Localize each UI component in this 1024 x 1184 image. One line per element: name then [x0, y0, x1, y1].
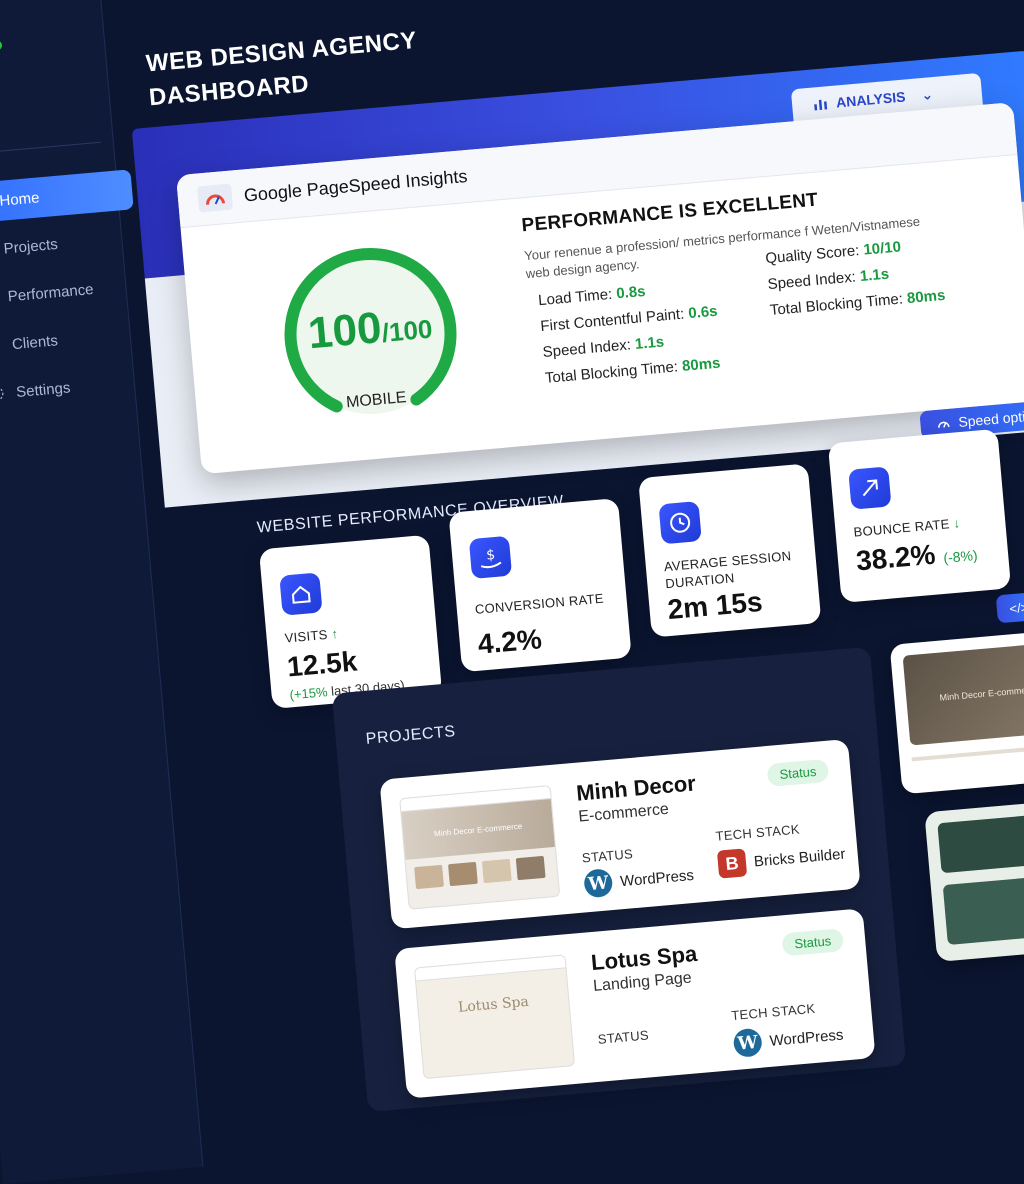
metric-tbt-2: Total Blocking Time: 80ms	[769, 287, 946, 319]
metric-value: 1.1s	[859, 265, 890, 286]
analysis-label: ANALYSIS	[835, 88, 907, 111]
status-label: STATUS	[597, 1027, 650, 1047]
metric-fcp: First Contentful Paint: 0.6s	[540, 303, 718, 335]
score-number: 100	[306, 303, 384, 359]
score-gauge: 100/100 MOBILE	[262, 226, 479, 443]
sidebar-divider	[0, 141, 101, 155]
metric-tbt: Total Blocking Time: 80ms	[544, 355, 721, 387]
project-thumbnail: Minh Decor E-commerce	[399, 785, 561, 910]
trend-up-icon: ↑	[330, 625, 339, 642]
stat-value: 38.2% (-8%)	[855, 535, 979, 577]
pagespeed-logo-icon	[197, 183, 234, 213]
main-content: WEB DESIGN AGENCY DASHBOARD VN ANALYSIS …	[121, 0, 1024, 1113]
stat-session-duration: AVERAGE SESSION DURATION 2m 15s	[638, 463, 822, 638]
stat-label: AVERAGE SESSION DURATION	[663, 548, 792, 592]
svg-text:$: $	[486, 547, 496, 564]
metric-label: Load Time:	[537, 285, 613, 310]
stat-label-text: VISITS	[284, 626, 329, 646]
metric-label: Total Blocking Time:	[769, 290, 904, 320]
speed-chip-label: Speed optimizati	[957, 405, 1024, 431]
project-thumbnail: Lotus Spa	[413, 954, 576, 1080]
stat-bounce-rate: BOUNCE RATE ↓ 38.2% (-8%)	[827, 428, 1012, 603]
metric-value: 0.8s	[615, 282, 647, 303]
metric-value: 1.1s	[634, 333, 665, 353]
stat-label: BOUNCE RATE ↓	[853, 511, 999, 541]
status-badge: Status	[766, 758, 830, 788]
users-icon	[0, 337, 1, 354]
metric-label: Speed Index:	[766, 268, 857, 294]
platform-name: WordPress	[619, 866, 695, 890]
project-name: Minh Decor	[575, 770, 697, 806]
stat-delta: (-8%)	[942, 546, 979, 566]
sidebar-item-settings[interactable]: Settings	[0, 361, 150, 416]
pagespeed-title: Google PageSpeed Insights	[243, 165, 469, 205]
sidebar-item-label: Settings	[15, 378, 71, 401]
clock-icon	[658, 501, 702, 545]
metric-value: 10/10	[862, 238, 902, 259]
tech-name: Bricks Builder	[753, 845, 847, 871]
projects-panel: PROJECTS Minh Decor E-commerce Minh Deco…	[331, 646, 907, 1113]
tech-stack-value: W WordPress	[732, 1020, 845, 1058]
window-controls	[0, 40, 3, 54]
wordpress-icon: W	[732, 1027, 763, 1058]
tech-stack-value: B Bricks Builder	[716, 840, 847, 879]
stat-conversion-rate: $ CONVERSION RATE 4.2%	[448, 498, 632, 673]
speedometer-icon	[938, 421, 950, 428]
score-max: /100	[380, 313, 434, 348]
bar-chart-icon	[814, 99, 828, 111]
status-badge: Status	[781, 928, 845, 957]
sidebar-item-home[interactable]: Home	[0, 169, 134, 225]
project-preview-card[interactable]: Minh Decor E-commerce	[889, 628, 1024, 795]
metric-value: 0.6s	[687, 302, 719, 323]
projects-title: PROJECTS	[365, 723, 457, 748]
project-card-minh-decor[interactable]: Minh Decor E-commerce Minh Decor E-comme…	[379, 738, 861, 930]
status-label: STATUS	[581, 846, 634, 866]
thumb-title: Lotus Spa	[457, 993, 530, 1016]
stat-value: 4.2%	[476, 623, 543, 660]
wordpress-icon: W	[583, 868, 614, 899]
sidebar-item-clients[interactable]: Clients	[0, 313, 146, 368]
project-preview-card-2[interactable]	[924, 795, 1024, 962]
sidebar-item-label: Clients	[11, 331, 59, 353]
metric-label: Speed Index:	[542, 336, 632, 362]
trend-down-icon: ↓	[952, 515, 961, 531]
preview-thumb-title: Minh Decor E-commerce	[902, 641, 1024, 746]
metric-value: 80ms	[906, 286, 947, 308]
tech-name: WordPress	[768, 1025, 845, 1050]
sidebar-item-projects[interactable]: Projects	[0, 217, 138, 272]
metric-value: 80ms	[681, 354, 722, 375]
metric-label: Total Blocking Time:	[544, 358, 679, 387]
bricks-builder-icon: B	[716, 848, 748, 879]
code-toggle-button[interactable]: </>	[995, 591, 1024, 624]
dashboard-stage: ome Home Projects Performance Clients Se…	[0, 0, 1024, 1184]
stat-delta: (+15%	[289, 684, 329, 703]
stat-visits: VISITS ↑ 12.5k (+15% last 30 days)	[258, 534, 443, 709]
tech-stack-label: TECH STACK	[714, 821, 801, 844]
stat-value-number: 38.2%	[854, 538, 937, 577]
metric-speed-index: Speed Index: 1.1s	[542, 333, 665, 361]
project-card-lotus-spa[interactable]: Lotus Spa Lotus Spa Landing Page Status …	[394, 908, 876, 1099]
chevron-down-icon: ⌄	[920, 85, 934, 103]
status-platform: W WordPress	[583, 861, 695, 899]
metric-load-time: Load Time: 0.8s	[538, 283, 647, 309]
stat-value: 2m 15s	[666, 585, 764, 626]
arrow-up-right-icon	[848, 466, 892, 510]
metric-label: First Contentful Paint:	[539, 305, 685, 336]
stat-label: VISITS ↑	[284, 617, 430, 647]
stat-label: CONVERSION RATE	[474, 590, 605, 617]
stat-value: 12.5k	[285, 645, 359, 683]
home-icon	[279, 572, 323, 616]
sidebar-item-label: Home	[0, 188, 41, 210]
sidebar-item-label: Performance	[7, 280, 95, 305]
tech-stack-label: TECH STACK	[730, 1000, 817, 1024]
hand-dollar-icon: $	[468, 535, 513, 580]
metric-speed-index-2: Speed Index: 1.1s	[767, 266, 890, 294]
sidebar-item-performance[interactable]: Performance	[0, 265, 142, 320]
gear-icon	[0, 386, 4, 401]
page-title: WEB DESIGN AGENCY DASHBOARD	[145, 24, 422, 115]
stat-label-text: BOUNCE RATE	[852, 516, 951, 540]
topbar-icons: VN	[870, 0, 1013, 2]
maximize-dot[interactable]	[0, 40, 3, 51]
sidebar-item-label: Projects	[2, 235, 59, 258]
